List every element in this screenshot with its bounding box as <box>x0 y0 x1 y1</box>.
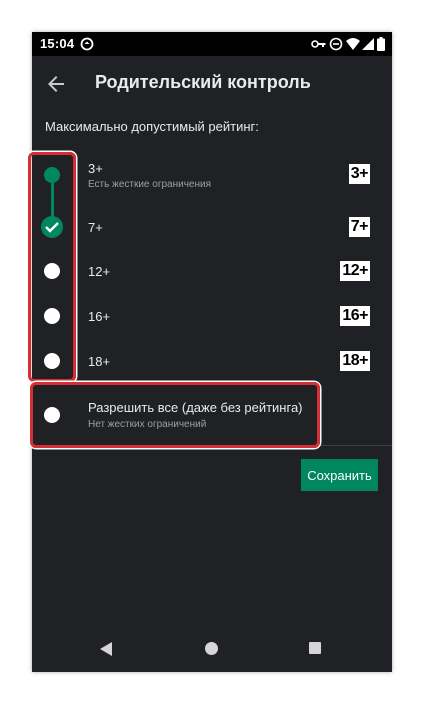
rating-row-7[interactable]: 7+ 7+ <box>32 205 392 249</box>
signal-icon <box>362 38 374 50</box>
sync-icon <box>80 37 94 51</box>
status-time: 15:04 <box>40 36 75 51</box>
home-circle-icon[interactable] <box>205 642 218 655</box>
back-triangle-icon[interactable] <box>100 642 112 656</box>
rating-label: 3+ <box>88 161 103 176</box>
rating-label: 18+ <box>88 354 111 369</box>
status-bar: 15:04 <box>32 32 392 56</box>
rating-badge-18: 18+ <box>340 351 370 371</box>
battery-icon <box>377 37 385 51</box>
rating-label: 16+ <box>88 309 111 324</box>
rating-row-16[interactable]: 16+ 16+ <box>32 294 392 338</box>
rating-row-3[interactable]: 3+ Есть жесткие ограничения 3+ <box>32 152 392 196</box>
rating-label: 7+ <box>88 220 103 235</box>
rating-badge-7: 7+ <box>348 217 370 237</box>
app-bar: Родительский контроль <box>32 56 392 112</box>
save-button[interactable]: Сохранить <box>301 459 378 491</box>
rating-label: 12+ <box>88 264 111 279</box>
rating-row-12[interactable]: 12+ 12+ <box>32 249 392 293</box>
do-not-disturb-icon <box>329 37 343 51</box>
rating-sublabel: Есть жесткие ограничения <box>88 179 211 190</box>
page-title: Родительский контроль <box>95 72 311 92</box>
rating-badge-3: 3+ <box>348 164 370 184</box>
rating-row-18[interactable]: 18+ 18+ <box>32 339 392 383</box>
wifi-icon <box>346 38 360 50</box>
rating-subheader: Максимально допустимый рейтинг: <box>45 119 259 134</box>
key-icon <box>311 40 326 48</box>
highlight-frame-ratings <box>28 152 76 382</box>
phone-screen: 15:04 Родительский контроль Максимально … <box>32 32 392 672</box>
nav-bar <box>32 628 392 672</box>
highlight-frame-allow-all <box>30 382 320 448</box>
recents-square-icon[interactable] <box>309 642 321 654</box>
rating-badge-12: 12+ <box>340 261 370 281</box>
arrow-left-icon[interactable] <box>44 72 68 96</box>
rating-badge-16: 16+ <box>340 306 370 326</box>
